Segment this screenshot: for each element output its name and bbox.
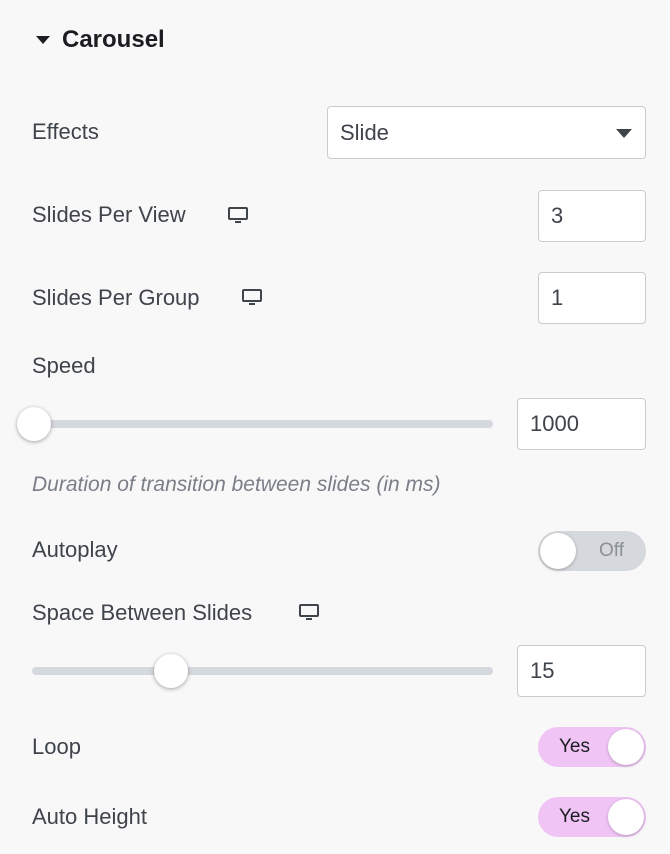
speed-label: Speed	[32, 353, 96, 378]
space-between-slider-thumb[interactable]	[154, 654, 188, 688]
auto-height-toggle-state: Yes	[559, 806, 590, 827]
autoplay-label: Autoplay	[32, 537, 118, 562]
slides-per-view-label: Slides Per View	[32, 202, 186, 227]
caret-down-icon	[36, 36, 50, 44]
toggle-knob	[608, 799, 644, 835]
effects-select-value: Slide	[340, 120, 389, 145]
loop-toggle[interactable]: Yes	[538, 727, 646, 767]
space-between-label: Space Between Slides	[32, 600, 253, 625]
speed-slider-thumb[interactable]	[17, 407, 51, 441]
effects-select[interactable]: Slide	[327, 106, 646, 159]
loop-label: Loop	[32, 734, 81, 759]
desktop-icon[interactable]	[227, 206, 249, 226]
chevron-down-icon	[616, 129, 632, 138]
slides-per-view-input[interactable]: 3	[538, 190, 646, 242]
auto-height-toggle[interactable]: Yes	[538, 797, 646, 837]
loop-toggle-state: Yes	[559, 736, 590, 757]
autoplay-toggle[interactable]: Off	[538, 531, 646, 571]
slides-per-group-input[interactable]: 1	[538, 272, 646, 324]
toggle-knob	[540, 533, 576, 569]
effects-label: Effects	[32, 119, 99, 144]
speed-input[interactable]: 1000	[517, 398, 646, 450]
speed-description: Duration of transition between slides (i…	[32, 473, 441, 496]
section-title: Carousel	[62, 26, 165, 53]
desktop-icon[interactable]	[241, 288, 263, 308]
space-between-input[interactable]: 15	[517, 645, 646, 697]
toggle-knob	[608, 729, 644, 765]
speed-slider-track[interactable]	[32, 420, 493, 428]
desktop-icon[interactable]	[298, 603, 320, 623]
auto-height-label: Auto Height	[32, 804, 147, 829]
slides-per-group-label: Slides Per Group	[32, 285, 200, 310]
space-between-slider-track[interactable]	[32, 667, 493, 675]
autoplay-toggle-state: Off	[599, 540, 624, 561]
carousel-section-header[interactable]: Carousel	[36, 24, 165, 56]
